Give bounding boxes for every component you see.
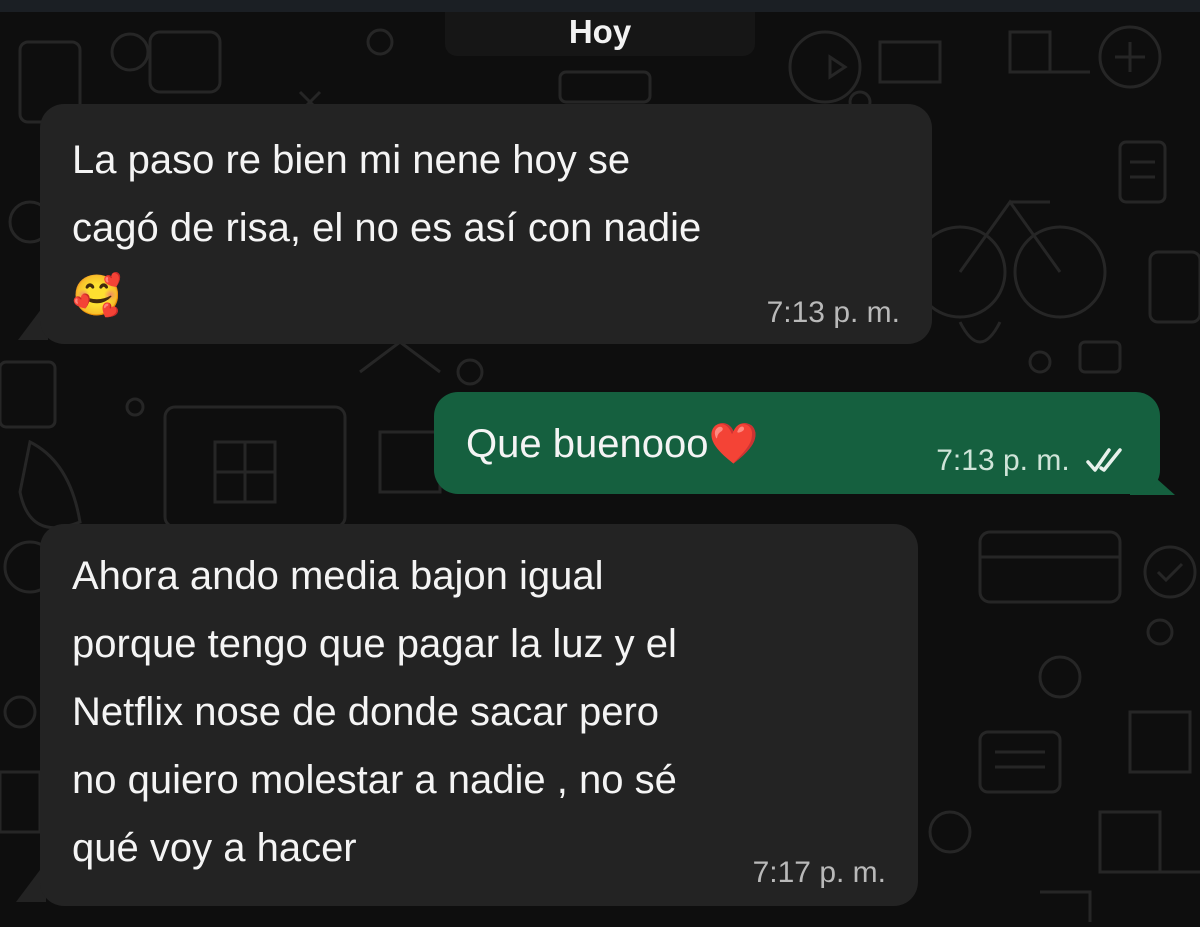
message-timestamp: 7:13 p. m. <box>766 296 900 329</box>
message-text: La paso re bien mi nene hoy se cagó de r… <box>72 138 702 250</box>
outgoing-message-bubble[interactable]: Que buenooo❤️ 7:13 p. m. <box>434 392 1160 494</box>
status-strip <box>0 0 1200 12</box>
message-meta: 7:13 p. m. <box>936 446 1128 476</box>
message-text: Ahora ando media bajon igual porque teng… <box>72 554 677 870</box>
message-timestamp: 7:13 p. m. <box>936 444 1070 477</box>
date-label: Hoy <box>568 13 632 50</box>
incoming-message-bubble[interactable]: Ahora ando media bajon igual porque teng… <box>40 524 918 906</box>
date-separator: Hoy <box>445 12 755 56</box>
chat-screen: Hoy La paso re bien mi nene hoy se cagó … <box>0 0 1200 927</box>
smiling-face-with-hearts-emoji: 🥰 <box>72 274 122 318</box>
red-heart-emoji: ❤️ <box>708 422 759 466</box>
message-text: Que buenooo <box>466 422 709 466</box>
incoming-message-bubble[interactable]: La paso re bien mi nene hoy se cagó de r… <box>40 104 932 344</box>
message-timestamp: 7:17 p. m. <box>752 856 886 889</box>
double-check-icon <box>1086 448 1122 472</box>
